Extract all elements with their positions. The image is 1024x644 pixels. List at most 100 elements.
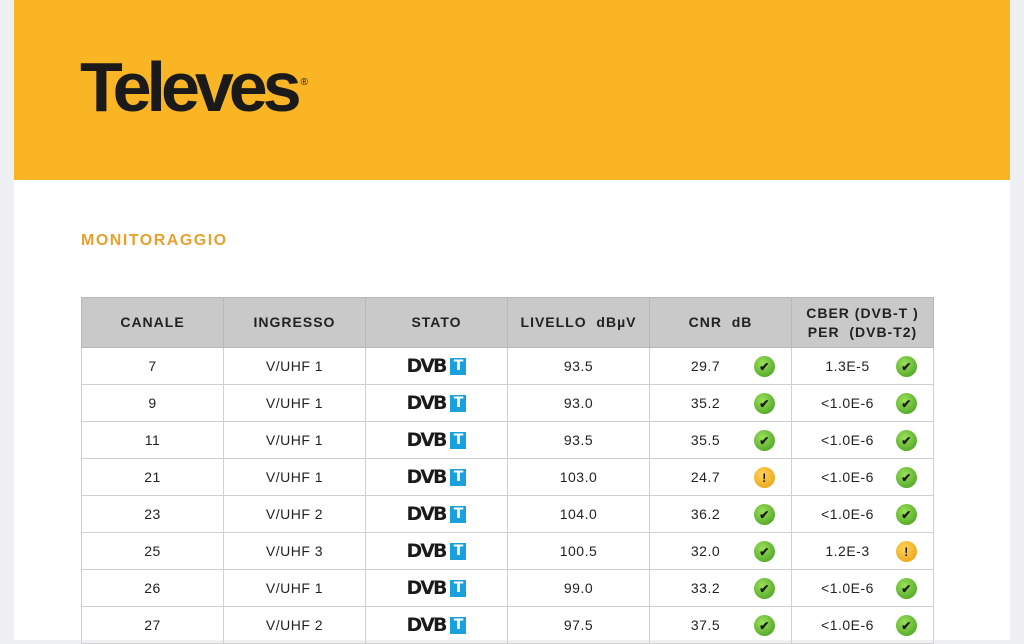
stato: DVB T (365, 495, 508, 533)
cber-cell: <1.0E-6 ✔ (791, 569, 934, 607)
canale: 11 (81, 421, 224, 459)
cber-value: <1.0E-6 (821, 469, 874, 485)
check-ok-icon: ✔ (754, 504, 775, 525)
cber-cell: 1.3E-5 ✔ (791, 347, 934, 385)
check-ok-icon: ✔ (896, 578, 917, 599)
stato: DVB T (365, 347, 508, 385)
livello: 93.5 (507, 347, 650, 385)
warning-icon: ! (754, 467, 775, 488)
cber-cell: <1.0E-6 ✔ (791, 458, 934, 496)
table-row: 21 V/UHF 1 DVB T 103.0 24.7! <1.0E-6 ✔ (81, 458, 934, 496)
livello: 97.5 (507, 606, 650, 644)
dvb-t-logo-icon: DVB T (407, 466, 467, 488)
cnr-cell: 35.5 ✔ (649, 421, 792, 459)
col-ingresso: INGRESSO (223, 297, 366, 348)
table-row: 11 V/UHF 1 DVB T 93.5 35.5 ✔ <1.0E-6 ✔ (81, 421, 934, 459)
cnr-cell: 37.5 ✔ (649, 606, 792, 644)
canale: 7 (81, 347, 224, 385)
check-ok-icon: ✔ (896, 615, 917, 636)
col-cnr: CNR dB (649, 297, 792, 348)
check-ok-icon: ✔ (896, 356, 917, 377)
livello: 104.0 (507, 495, 650, 533)
cber-cell: <1.0E-6 ✔ (791, 421, 934, 459)
cnr-value: 24.7 (690, 469, 721, 485)
check-ok-icon: ✔ (754, 430, 775, 451)
cnr-cell: 32.0 ✔ (649, 532, 792, 570)
warning-icon: ! (896, 541, 917, 562)
col-stato: STATO (365, 297, 508, 348)
cber-cell: <1.0E-6 ✔ (791, 495, 934, 533)
stato: DVB T (365, 532, 508, 570)
table-row: 26 V/UHF 1 DVB T 99.0 33.2 ✔ <1.0E-6 ✔ (81, 569, 934, 607)
canale: 26 (81, 569, 224, 607)
table-row: 25 V/UHF 3 DVB T 100.5 32.0 ✔ 1.2E-3! (81, 532, 934, 570)
check-ok-icon: ✔ (896, 467, 917, 488)
livello: 103.0 (507, 458, 650, 496)
table-row: 27 V/UHF 2 DVB T 97.5 37.5 ✔ <1.0E-6 ✔ (81, 606, 934, 644)
livello: 99.0 (507, 569, 650, 607)
cnr-cell: 33.2 ✔ (649, 569, 792, 607)
ingresso: V/UHF 3 (223, 532, 366, 570)
ingresso: V/UHF 1 (223, 384, 366, 422)
cber-cell: <1.0E-6 ✔ (791, 606, 934, 644)
canale: 27 (81, 606, 224, 644)
cber-value: 1.3E-5 (825, 358, 870, 374)
cnr-value: 36.2 (690, 506, 721, 522)
stato: DVB T (365, 569, 508, 607)
ingresso: V/UHF 2 (223, 495, 366, 533)
per-label: PER (DVB-T2) (807, 323, 918, 340)
cber-value: <1.0E-6 (821, 617, 874, 633)
ingresso: V/UHF 2 (223, 606, 366, 644)
col-canale: CANALE (81, 297, 224, 348)
ingresso: V/UHF 1 (223, 347, 366, 385)
cnr-value: 32.0 (690, 543, 721, 559)
col-cber-per: CBER (DVB-T ) PER (DVB-T2) (791, 297, 934, 348)
col-livello: LIVELLO dBµV (507, 297, 650, 348)
ingresso: V/UHF 1 (223, 421, 366, 459)
canale: 21 (81, 458, 224, 496)
check-ok-icon: ✔ (754, 393, 775, 414)
monitoring-table: CANALE INGRESSO STATO LIVELLO dBµV CNR d… (81, 297, 934, 644)
ingresso: V/UHF 1 (223, 458, 366, 496)
dvb-t-logo-icon: DVB T (407, 355, 467, 377)
logo-text: Televes (80, 48, 302, 126)
cnr-value: 33.2 (690, 580, 721, 596)
check-ok-icon: ✔ (754, 615, 775, 636)
cber-cell: <1.0E-6 ✔ (791, 384, 934, 422)
registered-mark: ® (300, 77, 309, 88)
cnr-value: 35.2 (690, 395, 721, 411)
cber-value: <1.0E-6 (821, 580, 874, 596)
dvb-t-logo-icon: DVB T (407, 503, 467, 525)
stato: DVB T (365, 458, 508, 496)
livello: 93.0 (507, 384, 650, 422)
section-title: MONITORAGGIO (81, 232, 228, 249)
canale: 25 (81, 532, 224, 570)
cnr-value: 35.5 (690, 432, 721, 448)
livello: 100.5 (507, 532, 650, 570)
dvb-t-logo-icon: DVB T (407, 577, 467, 599)
stato: DVB T (365, 384, 508, 422)
dvb-t-logo-icon: DVB T (407, 429, 467, 451)
cber-value: <1.0E-6 (821, 395, 874, 411)
page: Televes ® MONITORAGGIO CANALE INGRESSO ST… (14, 0, 1010, 644)
televes-logo: Televes ® (80, 52, 308, 122)
cber-cell: 1.2E-3! (791, 532, 934, 570)
cnr-cell: 24.7! (649, 458, 792, 496)
stato: DVB T (365, 421, 508, 459)
table-header: CANALE INGRESSO STATO LIVELLO dBµV CNR d… (81, 297, 934, 348)
table-row: 7 V/UHF 1 DVB T 93.5 29.7 ✔ 1.3E-5 ✔ (81, 347, 934, 385)
dvb-t-logo-icon: DVB T (407, 392, 467, 414)
cnr-cell: 29.7 ✔ (649, 347, 792, 385)
check-ok-icon: ✔ (754, 541, 775, 562)
dvb-t-logo-icon: DVB T (407, 614, 467, 636)
cber-value: <1.0E-6 (821, 432, 874, 448)
check-ok-icon: ✔ (896, 393, 917, 414)
livello: 93.5 (507, 421, 650, 459)
dvb-t-logo-icon: DVB T (407, 540, 467, 562)
cnr-cell: 36.2 ✔ (649, 495, 792, 533)
cber-label: CBER (DVB-T ) (806, 304, 919, 321)
cber-value: <1.0E-6 (821, 506, 874, 522)
table-row: 23 V/UHF 2 DVB T 104.0 36.2 ✔ <1.0E-6 ✔ (81, 495, 934, 533)
ingresso: V/UHF 1 (223, 569, 366, 607)
cnr-value: 29.7 (690, 358, 721, 374)
